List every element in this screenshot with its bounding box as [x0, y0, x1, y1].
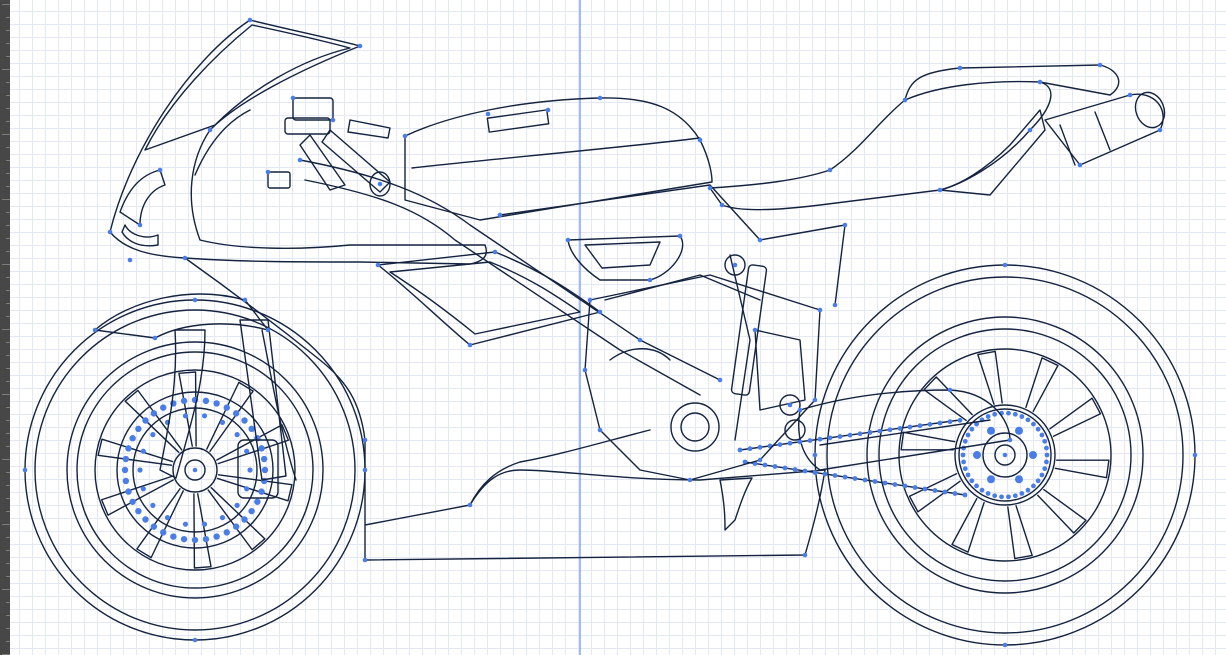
seat[interactable] — [709, 80, 1052, 211]
engine[interactable] — [584, 254, 821, 481]
side-fairing[interactable] — [184, 257, 826, 561]
tail-cowl[interactable] — [904, 64, 1120, 101]
canvas-area[interactable] — [0, 0, 1226, 655]
drawing-layer[interactable] — [0, 0, 1226, 655]
motorcycle-drawing[interactable] — [22, 17, 1198, 648]
air-intake[interactable] — [567, 235, 684, 281]
belly-pan[interactable] — [719, 477, 753, 531]
tank-logo — [486, 109, 550, 133]
handlebar-assembly[interactable] — [267, 97, 391, 197]
anchor-points[interactable] — [22, 17, 1198, 648]
headlight[interactable] — [119, 169, 166, 226]
fuel-tank[interactable] — [404, 97, 713, 221]
windscreen[interactable] — [144, 24, 351, 151]
exhaust[interactable] — [1044, 88, 1169, 166]
